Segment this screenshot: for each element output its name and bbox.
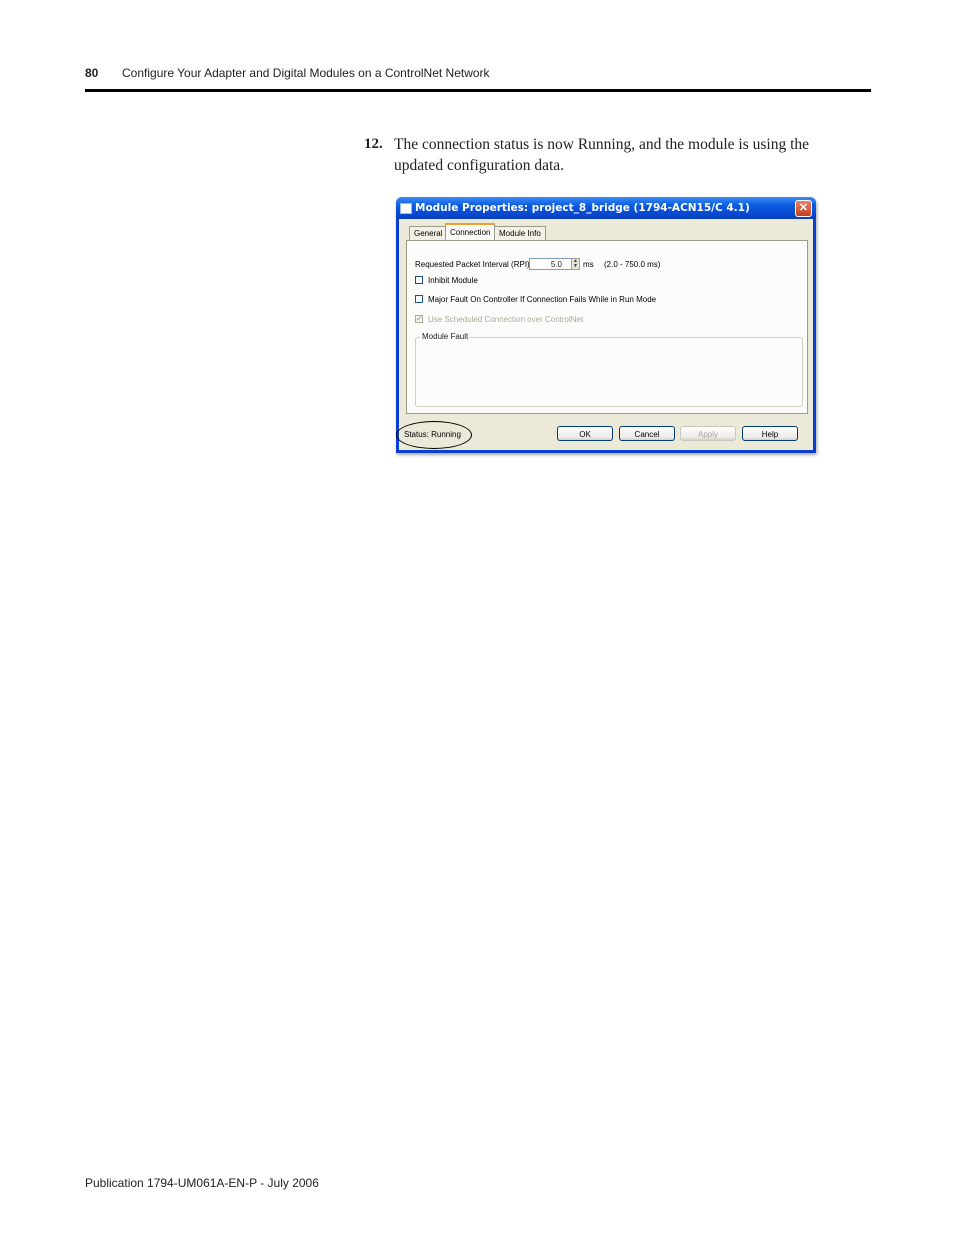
inhibit-module-label: Inhibit Module bbox=[428, 276, 478, 285]
dialog-client-area: General Connection Module Info Requested… bbox=[396, 219, 813, 450]
inhibit-module-checkbox[interactable] bbox=[415, 276, 423, 284]
scheduled-connection-label: Use Scheduled Connection over ControlNet bbox=[428, 315, 584, 324]
apply-button[interactable]: Apply bbox=[680, 426, 736, 441]
tab-module-info[interactable]: Module Info bbox=[494, 226, 546, 240]
window-icon bbox=[400, 203, 412, 214]
step-text: The connection status is now Running, an… bbox=[394, 136, 810, 174]
status-text: Status: Running bbox=[404, 430, 461, 439]
connection-tab-panel: Requested Packet Interval (RPI): 5.0 ▲ ▼… bbox=[406, 240, 808, 414]
ok-button[interactable]: OK bbox=[557, 426, 613, 441]
rpi-spinner[interactable]: ▲ ▼ bbox=[571, 258, 580, 270]
checkmark-icon: ✔ bbox=[416, 316, 422, 323]
dialog-title: Module Properties: project_8_bridge (179… bbox=[415, 202, 750, 214]
major-fault-label: Major Fault On Controller If Connection … bbox=[428, 295, 657, 304]
close-button[interactable]: ✕ bbox=[795, 200, 812, 217]
step-number: 12. bbox=[364, 136, 383, 152]
spin-down-icon[interactable]: ▼ bbox=[572, 264, 579, 269]
chapter-title: Configure Your Adapter and Digital Modul… bbox=[122, 66, 490, 80]
footer-publication: Publication 1794-UM061A-EN-P - July 2006 bbox=[85, 1176, 319, 1190]
module-properties-dialog: Module Properties: project_8_bridge (179… bbox=[396, 197, 816, 453]
rpi-label: Requested Packet Interval (RPI): bbox=[415, 260, 532, 269]
module-fault-title: Module Fault bbox=[420, 332, 471, 341]
cancel-button[interactable]: Cancel bbox=[619, 426, 675, 441]
scheduled-connection-checkbox[interactable]: ✔ bbox=[415, 315, 423, 323]
tab-connection[interactable]: Connection bbox=[445, 223, 496, 240]
major-fault-checkbox[interactable] bbox=[415, 295, 423, 303]
header-rule bbox=[85, 89, 871, 92]
dialog-titlebar[interactable]: Module Properties: project_8_bridge (179… bbox=[396, 197, 816, 219]
tab-general[interactable]: General bbox=[409, 226, 448, 240]
close-icon: ✕ bbox=[798, 202, 809, 214]
module-fault-group: Module Fault bbox=[415, 332, 803, 407]
rpi-input[interactable]: 5.0 bbox=[529, 258, 573, 270]
rpi-range: (2.0 - 750.0 ms) bbox=[604, 260, 661, 269]
rpi-unit: ms bbox=[583, 260, 594, 269]
page-number: 80 bbox=[85, 66, 99, 80]
help-button[interactable]: Help bbox=[742, 426, 798, 441]
